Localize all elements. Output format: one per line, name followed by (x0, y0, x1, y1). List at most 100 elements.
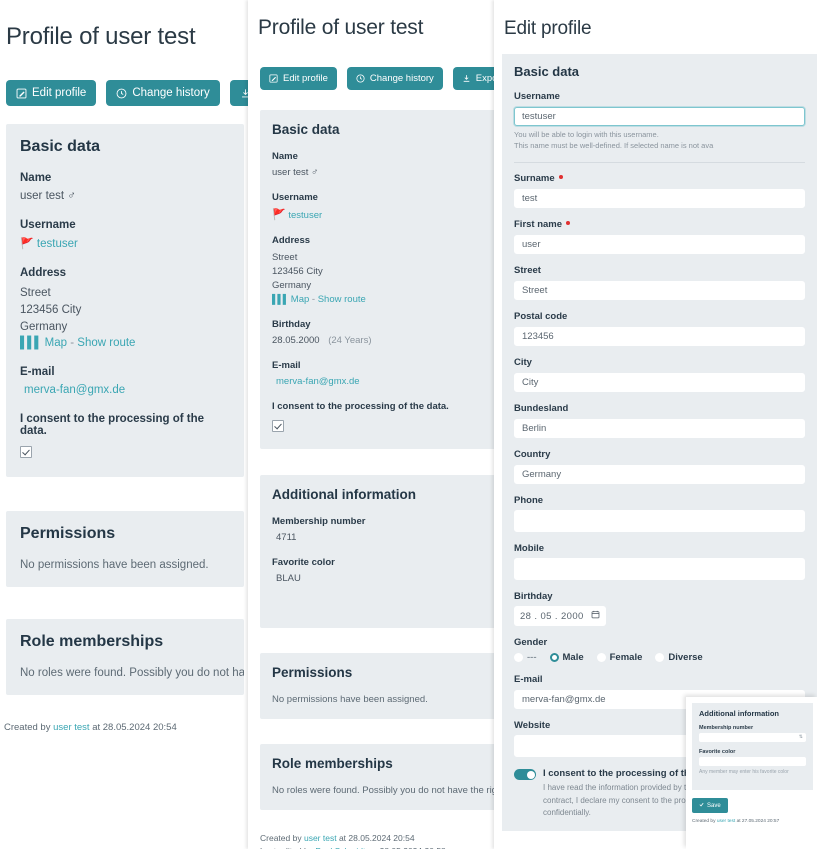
change-history-label-narrow: Change history (369, 73, 434, 85)
username-link-narrow[interactable]: testuser (288, 210, 322, 221)
created-prefix-narrow: Created by (260, 833, 302, 844)
link-separator: - (311, 294, 316, 306)
permissions-empty-text: No permissions have been assigned. (20, 559, 209, 572)
additional-info-title: Additional information (272, 487, 416, 503)
birthday-field-label: Birthday (514, 591, 553, 603)
clock-icon (116, 88, 127, 99)
created-by-link[interactable]: user test (53, 722, 89, 733)
mini-favcolor-input[interactable] (699, 757, 806, 766)
mobile-input[interactable] (514, 558, 805, 581)
clock-icon (356, 74, 365, 83)
gender-radio-diverse[interactable]: Diverse (655, 652, 703, 664)
mini-created-by-link[interactable]: user test (717, 819, 735, 824)
map-link-narrow[interactable]: Map (291, 294, 309, 305)
created-suffix-narrow: at 28.05.2024 20:54 (338, 833, 415, 844)
additional-information-mini-panel: Additional information Membership number… (686, 697, 817, 849)
membership-number-value: 4711 (276, 532, 297, 544)
radio-icon[interactable] (514, 653, 523, 663)
permissions-card: Permissions No permissions have been ass… (6, 511, 244, 588)
username-link[interactable]: testuser (37, 238, 78, 250)
field-name-narrow: Name user test ♂ (272, 151, 498, 178)
first-name-field-label: First name (514, 219, 563, 231)
edit-profile-button[interactable]: Edit profile (6, 80, 97, 107)
radio-selected-icon[interactable] (549, 653, 559, 663)
birthday-value-narrow: 28.05.2000 (272, 335, 320, 347)
check-icon (699, 802, 704, 809)
name-value: user test ♂ (20, 190, 230, 202)
city-field-label: City (514, 357, 532, 369)
export-vcard-button-narrow[interactable]: Export vCa (452, 67, 498, 91)
profile-view-narrow-panel: Profile of user test Edit profile Change… (248, 0, 498, 849)
birthday-age-narrow: (24 Years) (328, 335, 372, 347)
consent-checkbox-narrow (272, 420, 284, 433)
created-by-link-narrow[interactable]: user test (304, 833, 337, 843)
change-history-button-narrow[interactable]: Change history (346, 67, 443, 91)
gender-radio-none[interactable]: --- (514, 652, 537, 663)
form-divider (514, 162, 805, 164)
basic-data-title-narrow: Basic data (272, 122, 340, 138)
radio-icon[interactable] (596, 653, 606, 663)
phone-input[interactable] (514, 510, 805, 533)
first-name-input[interactable] (514, 235, 805, 255)
gender-field-label: Gender (514, 637, 548, 649)
city-input[interactable] (514, 373, 805, 393)
street-input[interactable] (514, 281, 805, 301)
roles-title-narrow: Role memberships (272, 756, 393, 772)
show-route-link-narrow[interactable]: Show route (318, 294, 366, 305)
email-field-label: E-mail (514, 674, 543, 686)
field-favorite-color: Favorite color BLAU (272, 557, 498, 584)
field-membership-number: Membership number 4711 (272, 516, 498, 543)
save-button[interactable]: Save (692, 798, 728, 813)
map-link[interactable]: Map (45, 337, 67, 349)
mini-membership-input[interactable]: ⇅ (699, 733, 806, 742)
field-address: Address Street 123456 City Germany ▌▌▌ M… (20, 267, 230, 349)
gender-radio-female[interactable]: Female (596, 652, 642, 663)
field-consent: I consent to the processing of the data. (20, 413, 230, 461)
mobile-field-label: Mobile (514, 543, 545, 555)
field-email: E-mail merva-fan@gmx.de (20, 366, 230, 396)
birthday-date-input[interactable]: 28 . 05 . 2000 (514, 606, 606, 627)
bundesland-input[interactable] (514, 419, 805, 439)
email-link[interactable]: merva-fan@gmx.de (24, 384, 125, 396)
username-input[interactable] (514, 106, 805, 126)
created-suffix: at 28.05.2024 20:54 (92, 722, 177, 734)
consent-label: I consent to the processing of the data. (20, 413, 205, 438)
created-line: Created by user test at 28.05.2024 20:54 (260, 832, 498, 845)
spinner-icon[interactable]: ⇅ (799, 735, 803, 740)
link-separator: - (70, 337, 75, 350)
consent-toggle[interactable] (514, 769, 536, 781)
email-link-narrow[interactable]: merva-fan@gmx.de (276, 376, 360, 387)
radio-icon[interactable] (655, 653, 665, 663)
required-dot-icon (558, 174, 563, 179)
mini-record-footer: Created by user test at 27.05.2024 20:57 (692, 819, 817, 824)
address-line-2: 123456 City (20, 303, 82, 316)
form-group-username: Username You will be able to login with … (514, 91, 805, 152)
surname-input[interactable] (514, 189, 805, 209)
name-label-narrow: Name (272, 151, 298, 163)
postal-code-input[interactable] (514, 327, 805, 347)
gender-radio-group: --- Male Female Diverse (514, 652, 805, 663)
map-icon: ▌▌▌ (20, 337, 42, 350)
additional-info-card-narrow: Additional information Membership number… (260, 475, 498, 629)
mini-membership-label: Membership number (699, 725, 754, 731)
toolbar-narrow: Edit profile Change history Export vCa (248, 54, 498, 91)
username-helper-line-1: You will be able to login with this user… (514, 129, 659, 139)
calendar-icon[interactable] (591, 610, 600, 622)
form-group-mobile: Mobile (514, 543, 805, 581)
change-history-button[interactable]: Change history (106, 80, 220, 107)
country-input[interactable] (514, 465, 805, 485)
mini-additional-title: Additional information (699, 709, 779, 718)
mini-group-membership: Membership number ⇅ (699, 725, 806, 742)
edit-profile-button-narrow[interactable]: Edit profile (260, 67, 337, 91)
form-group-first-name: First name (514, 219, 805, 255)
profile-view-wide-panel: Profile of user test Edit profile Change… (0, 0, 252, 849)
permissions-card-narrow: Permissions No permissions have been ass… (260, 653, 498, 720)
map-icon: ▌▌▌ (272, 294, 289, 305)
phone-field-label: Phone (514, 495, 544, 507)
gender-radio-male[interactable]: Male (549, 652, 584, 663)
roles-empty-text-narrow: No roles were found. Possibly you do not… (272, 785, 498, 797)
show-route-link[interactable]: Show route (77, 337, 135, 349)
gender-option-0-label: --- (527, 652, 537, 664)
gender-option-3-label: Diverse (668, 652, 703, 664)
field-birthday-narrow: Birthday 28.05.2000 (24 Years) (272, 319, 498, 346)
